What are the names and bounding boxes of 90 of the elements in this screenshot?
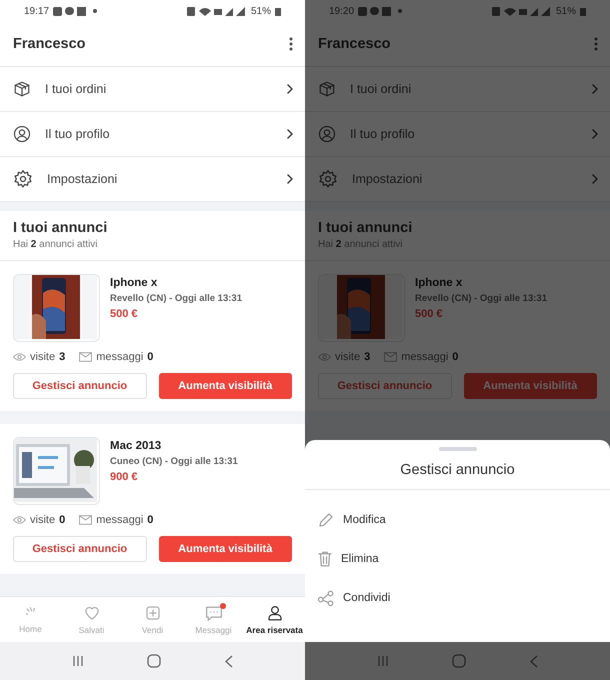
- eye-icon: [318, 352, 331, 362]
- sheet-action[interactable]: Elimina: [305, 539, 610, 578]
- battery-icon: [580, 6, 586, 16]
- menu-row[interactable]: Il tuo profilo: [0, 112, 305, 157]
- messages-count: 0: [147, 514, 154, 526]
- manage-listing-button[interactable]: Gestisci annuncio: [318, 373, 452, 399]
- nav-tab[interactable]: Area riservata: [244, 597, 305, 642]
- manage-listing-button[interactable]: Gestisci annuncio: [13, 373, 146, 399]
- chevron-right-icon: [287, 174, 293, 184]
- menu-row[interactable]: Impostazioni: [305, 157, 610, 202]
- messages-label: messaggi: [401, 351, 448, 363]
- status-time: 19:17: [24, 6, 50, 16]
- listing-price: 500 €: [110, 308, 139, 320]
- trash-icon: [317, 550, 333, 568]
- visits-count: 0: [59, 514, 66, 526]
- boost-visibility-button[interactable]: Aumenta visibilità: [158, 373, 292, 399]
- boost-visibility-button[interactable]: Aumenta visibilità: [464, 373, 597, 399]
- boost-visibility-button[interactable]: Aumenta visibilità: [158, 536, 292, 562]
- visits-label: visite: [30, 514, 56, 526]
- manage-listing-button[interactable]: Gestisci annuncio: [13, 536, 146, 562]
- status-time: 19:20: [329, 6, 354, 16]
- eye-icon: [13, 515, 26, 525]
- nav-tab[interactable]: Home: [0, 597, 61, 642]
- plus-icon: [144, 604, 162, 622]
- menu-row[interactable]: I tuoi ordini: [305, 67, 610, 112]
- home-button-icon[interactable]: [452, 654, 466, 668]
- user-icon: [13, 125, 31, 143]
- menu-row[interactable]: I tuoi ordini: [0, 67, 305, 112]
- mail-icon: [384, 352, 398, 362]
- person-icon: [266, 604, 284, 622]
- visits-count: 3: [364, 351, 370, 363]
- visits-label: visite: [30, 351, 56, 363]
- listing-price: 500 €: [415, 308, 444, 320]
- listing-price: 900 €: [110, 471, 139, 483]
- nav-tab[interactable]: Vendi: [122, 597, 183, 642]
- pencil-icon: [317, 510, 335, 528]
- section-title: I tuoi annunci: [318, 220, 414, 236]
- chat-icon: [204, 604, 224, 622]
- messages-label: messaggi: [96, 351, 144, 363]
- section-subtitle: Hai 2 annunci attivi: [13, 239, 99, 250]
- listing-location: Cuneo (CN) - Oggi alle 13:31: [110, 456, 238, 467]
- chevron-right-icon: [287, 84, 293, 94]
- nav-tab[interactable]: Messaggi: [183, 597, 244, 642]
- recent-apps-icon[interactable]: [376, 655, 389, 667]
- section-title: I tuoi annunci: [13, 220, 108, 236]
- sheet-title: Gestisci annuncio: [305, 451, 610, 490]
- messages-label: messaggi: [96, 514, 144, 526]
- sheet-action[interactable]: Condividi: [305, 578, 610, 617]
- listing-title: Iphone x: [110, 277, 158, 289]
- dot-icon: [93, 9, 98, 13]
- battery-level: 51%: [556, 6, 576, 16]
- signal-icons: [492, 6, 552, 16]
- screen-title: Francesco: [13, 36, 86, 52]
- battery-level: 51%: [250, 6, 271, 16]
- visits-label: visite: [335, 351, 360, 363]
- listing-location: Revello (CN) - Oggi alle 13:31: [415, 293, 547, 304]
- box-icon: [13, 80, 31, 98]
- menu-row[interactable]: Impostazioni: [0, 157, 305, 202]
- screen-title: Francesco: [318, 36, 391, 52]
- settings-icon: [13, 169, 33, 189]
- chevron-right-icon: [592, 129, 598, 139]
- eye-icon: [13, 352, 26, 362]
- back-icon[interactable]: [530, 654, 538, 668]
- box-icon: [318, 80, 336, 98]
- back-icon[interactable]: [225, 654, 234, 668]
- share-icon: [317, 588, 335, 606]
- drag-handle[interactable]: [438, 447, 476, 451]
- listing-location: Revello (CN) - Oggi alle 13:31: [110, 293, 242, 304]
- dot-icon: [398, 9, 402, 13]
- nav-tab[interactable]: Salvati: [61, 597, 122, 642]
- user-icon: [318, 125, 336, 143]
- listing-title: Mac 2013: [110, 440, 162, 452]
- messages-count: 0: [452, 351, 458, 363]
- visits-count: 3: [59, 351, 66, 363]
- mail-icon: [79, 352, 92, 362]
- home-button-icon[interactable]: [147, 654, 162, 668]
- chevron-right-icon: [592, 174, 598, 184]
- chevron-right-icon: [592, 84, 598, 94]
- more-options-icon[interactable]: [289, 37, 293, 51]
- battery-icon: [275, 6, 281, 16]
- settings-icon: [318, 169, 338, 189]
- menu-row[interactable]: Il tuo profilo: [305, 112, 610, 157]
- sheet-action[interactable]: Modifica: [305, 500, 610, 539]
- messages-count: 0: [147, 351, 154, 363]
- chevron-right-icon: [287, 129, 293, 139]
- recent-apps-icon[interactable]: [72, 655, 84, 667]
- listing-title: Iphone x: [415, 277, 464, 289]
- heart-icon: [82, 604, 100, 622]
- signal-icons: [186, 6, 247, 16]
- mail-icon: [79, 515, 92, 525]
